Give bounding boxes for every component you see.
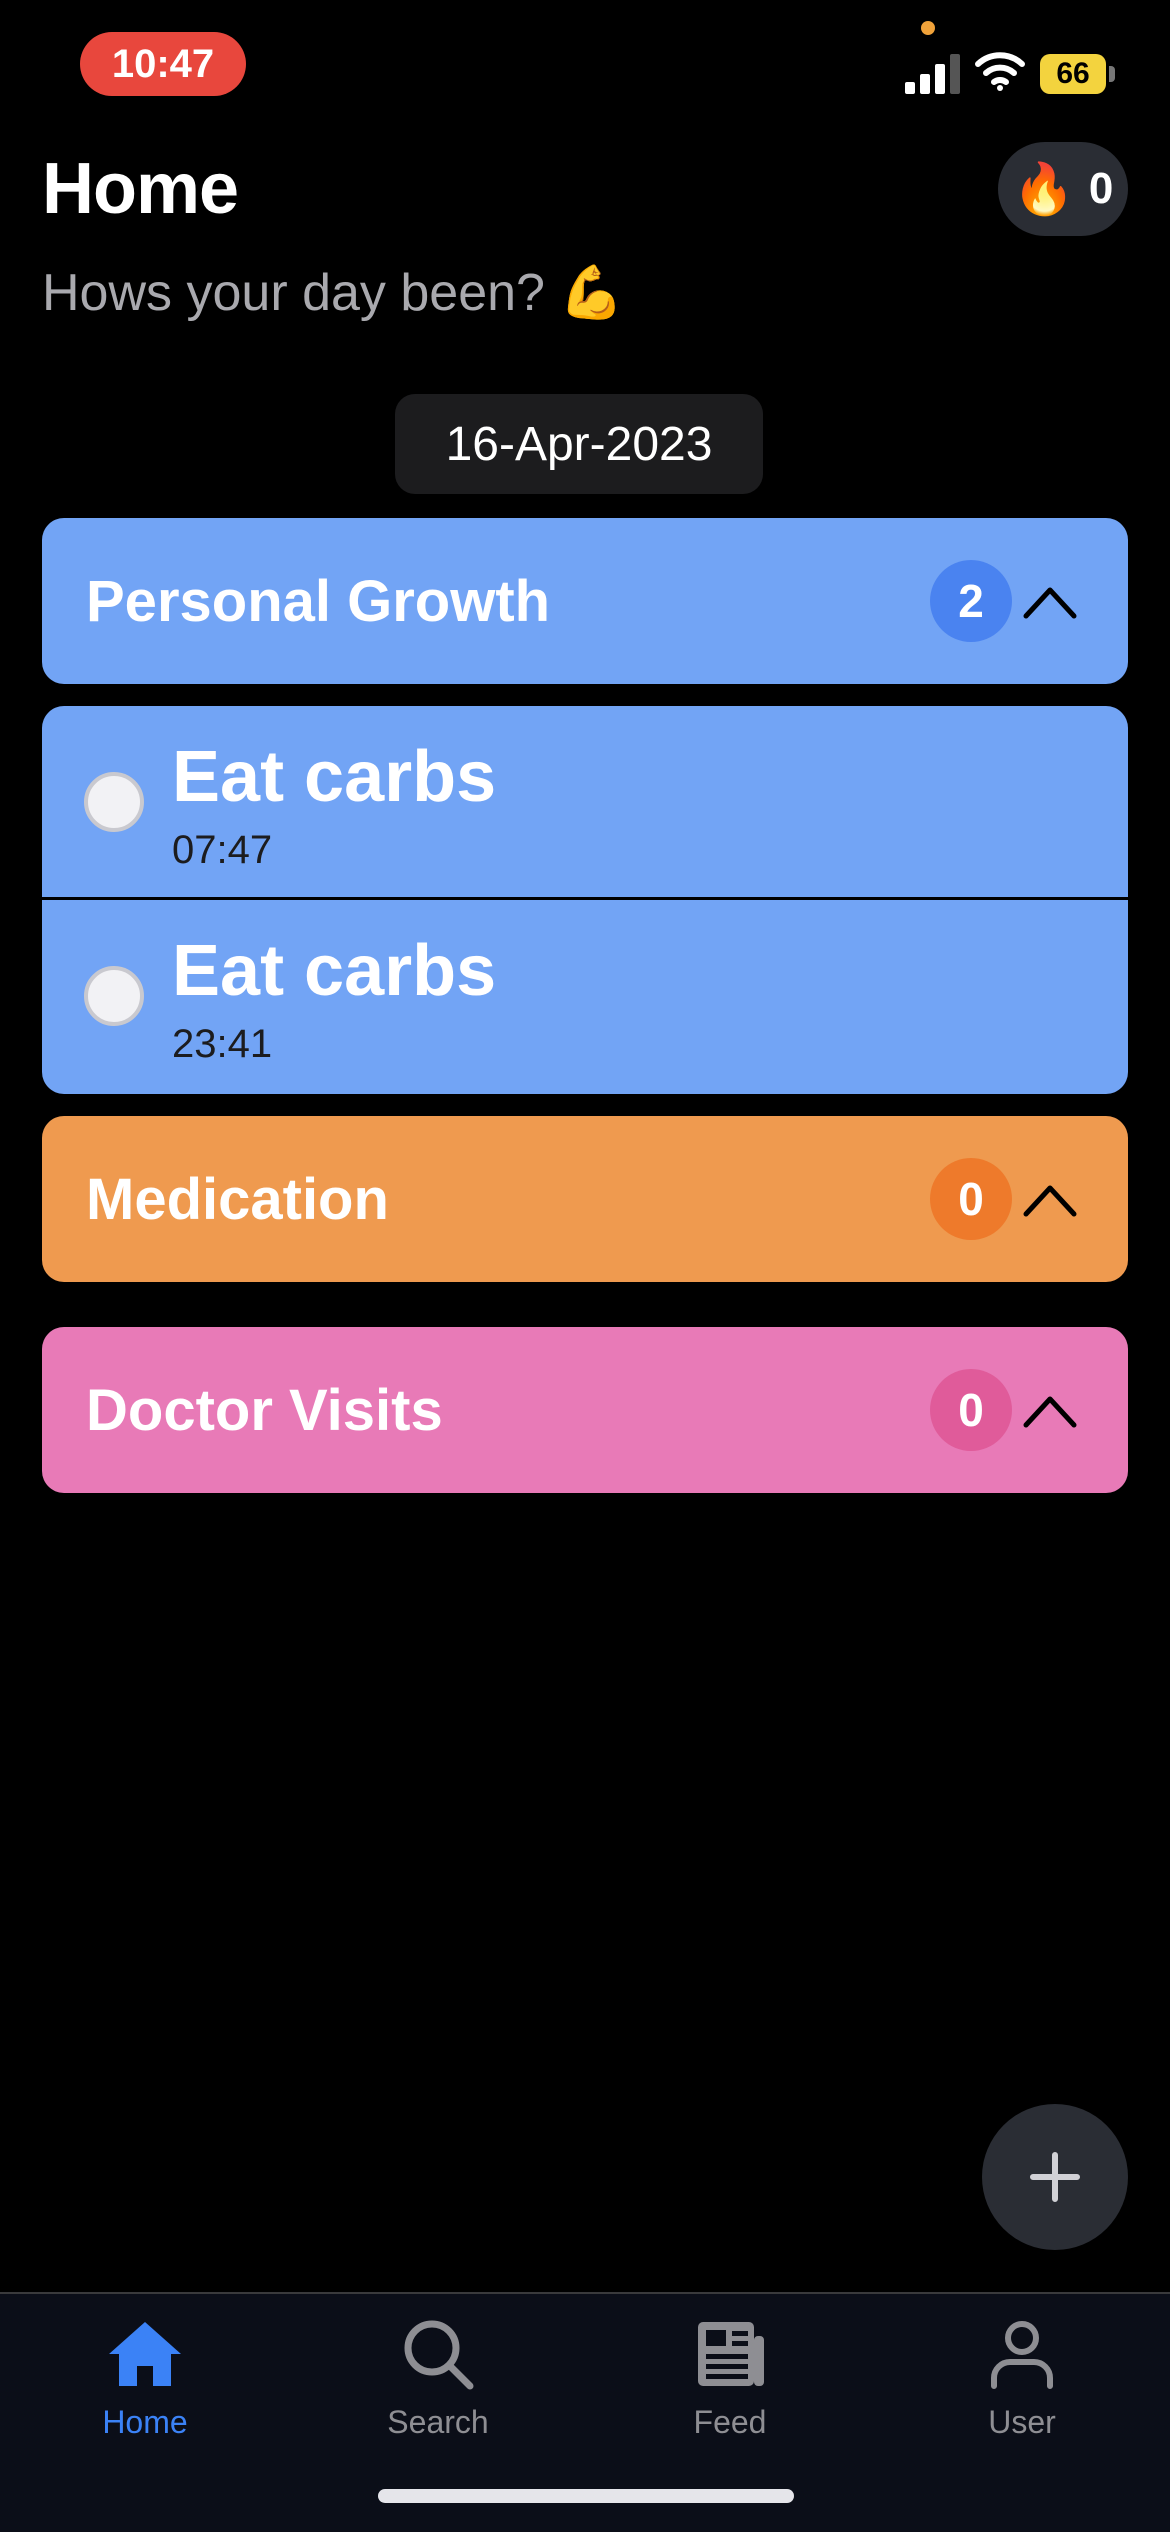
battery-level: 66 bbox=[1040, 54, 1106, 94]
category-count-badge: 0 bbox=[930, 1158, 1012, 1240]
tab-home[interactable]: Home bbox=[45, 2314, 245, 2454]
task-list: Eat carbs 07:47 Eat carbs 23:41 bbox=[42, 706, 1128, 1094]
category-personal-growth[interactable]: Personal Growth 2 bbox=[42, 518, 1128, 684]
user-icon bbox=[991, 2321, 1053, 2389]
chevron-up-icon[interactable] bbox=[1022, 1385, 1078, 1435]
task-checkbox[interactable] bbox=[84, 966, 144, 1026]
category-label: Medication bbox=[86, 1166, 389, 1232]
streak-badge[interactable]: 🔥 0 bbox=[998, 142, 1128, 236]
tab-search[interactable]: Search bbox=[338, 2314, 538, 2454]
wifi-icon bbox=[975, 52, 1025, 91]
battery-icon: 66 bbox=[1040, 54, 1116, 94]
task-item[interactable]: Eat carbs 07:47 bbox=[42, 706, 1128, 900]
page-subtitle: Hows your day been? 💪 bbox=[42, 264, 625, 322]
newspaper-icon bbox=[698, 2322, 764, 2386]
page-title: Home bbox=[42, 149, 239, 229]
tab-label: Home bbox=[102, 2404, 188, 2440]
category-label: Personal Growth bbox=[86, 568, 551, 634]
home-icon bbox=[109, 2322, 181, 2386]
task-time: 07:47 bbox=[172, 828, 273, 872]
search-icon bbox=[404, 2320, 474, 2390]
privacy-indicator-dot bbox=[921, 21, 935, 35]
fire-icon: 🔥 bbox=[1012, 160, 1075, 217]
task-item[interactable]: Eat carbs 23:41 bbox=[42, 900, 1128, 1094]
tab-label: User bbox=[988, 2404, 1056, 2440]
category-label: Doctor Visits bbox=[86, 1377, 443, 1443]
cellular-signal-icon bbox=[905, 54, 960, 94]
tab-feed[interactable]: Feed bbox=[630, 2314, 830, 2454]
task-title: Eat carbs bbox=[172, 737, 497, 817]
streak-count: 0 bbox=[1088, 164, 1114, 213]
category-doctor-visits[interactable]: Doctor Visits 0 bbox=[42, 1327, 1128, 1493]
date-picker-button[interactable]: 16-Apr-2023 bbox=[395, 394, 763, 494]
tab-label: Feed bbox=[693, 2404, 767, 2440]
task-time: 23:41 bbox=[172, 1022, 273, 1066]
home-indicator bbox=[378, 2489, 794, 2503]
plus-icon bbox=[1030, 2152, 1080, 2202]
category-medication[interactable]: Medication 0 bbox=[42, 1116, 1128, 1282]
task-title: Eat carbs bbox=[172, 931, 497, 1011]
status-time: 10:47 bbox=[80, 32, 246, 96]
chevron-up-icon[interactable] bbox=[1022, 1174, 1078, 1224]
tab-label: Search bbox=[387, 2404, 489, 2440]
category-count-badge: 2 bbox=[930, 560, 1012, 642]
tab-user[interactable]: User bbox=[922, 2314, 1122, 2454]
chevron-up-icon[interactable] bbox=[1022, 576, 1078, 626]
add-button[interactable] bbox=[982, 2104, 1128, 2250]
task-checkbox[interactable] bbox=[84, 772, 144, 832]
category-count-badge: 0 bbox=[930, 1369, 1012, 1451]
